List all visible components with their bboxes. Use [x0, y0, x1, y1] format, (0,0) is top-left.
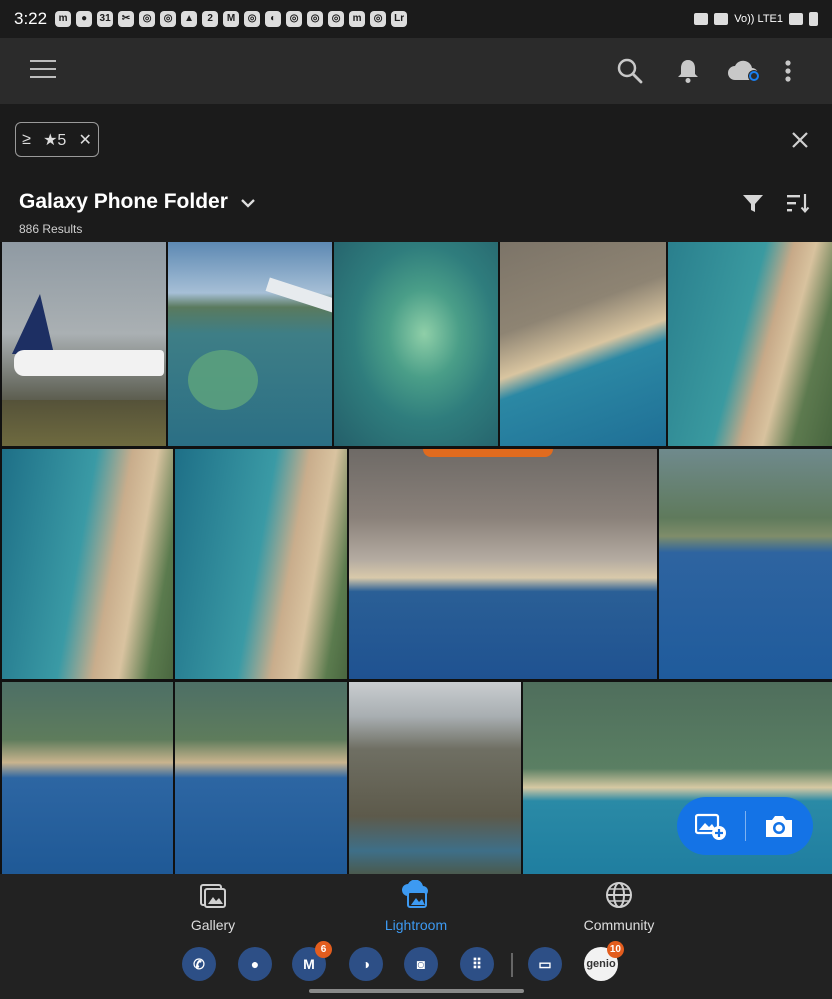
- more-vert-icon[interactable]: [778, 56, 798, 86]
- photo-tile[interactable]: [175, 449, 347, 679]
- instagram-icon: ◎: [328, 11, 345, 27]
- aircraft-body: [14, 350, 164, 376]
- calendar-icon: 31: [97, 11, 114, 27]
- lightroom-icon: Lr: [391, 11, 408, 27]
- wifi-icon: [714, 13, 729, 25]
- photo-grid: [0, 242, 832, 874]
- mute-icon: [694, 13, 709, 25]
- photo-tile[interactable]: [334, 242, 498, 446]
- instagram-icon: ◎: [244, 11, 261, 27]
- messenger-icon: m: [349, 11, 366, 27]
- notification-icons: m ● 31 ✂ ◎ ◎ ▲ 2 M ◎ ◐ ◎ ◎ ◎ m ◎ Lr: [55, 11, 408, 27]
- system-status: Vo)) LTE1: [694, 12, 818, 26]
- messenger-icon: m: [55, 11, 72, 27]
- browser-icon[interactable]: ◑: [349, 947, 383, 981]
- messages-icon[interactable]: ●: [238, 947, 272, 981]
- bell-icon[interactable]: [673, 56, 703, 86]
- genio-icon[interactable]: genio 10: [584, 941, 624, 981]
- menu-icon[interactable]: [30, 60, 56, 80]
- photo-tile[interactable]: [349, 449, 657, 679]
- genio-badge: 10: [606, 941, 624, 958]
- globe-icon: [606, 882, 632, 908]
- photo-tile[interactable]: [2, 449, 173, 679]
- apps-grid-icon[interactable]: ⠿: [460, 947, 494, 981]
- camera-app-icon[interactable]: ◙: [404, 947, 438, 981]
- status-bar: 3:22 m ● 31 ✂ ◎ ◎ ▲ 2 M ◎ ◐ ◎ ◎ ◎ m ◎ Lr…: [0, 0, 832, 38]
- filter-icon[interactable]: [742, 192, 764, 214]
- close-filter-icon[interactable]: [790, 130, 810, 150]
- photo-tile[interactable]: [168, 242, 332, 446]
- photo-tile[interactable]: [668, 242, 832, 446]
- plane-wing: [265, 277, 332, 313]
- gmail-icon: M: [223, 11, 240, 27]
- star-icon: ★: [43, 131, 58, 149]
- photo-tile[interactable]: [500, 242, 666, 446]
- search-icon[interactable]: [615, 56, 645, 86]
- app-dock: ✆ ● M 6 ◑ ◙ ⠿ ▭ genio 10: [0, 940, 832, 999]
- lightroom-cloud-icon: [402, 879, 428, 908]
- network-label: Vo)) LTE1: [734, 13, 783, 25]
- calendar-icon: 2: [202, 11, 219, 27]
- photo-tile[interactable]: [659, 449, 832, 679]
- add-photo-fab: [677, 797, 813, 855]
- results-count: 886 Results: [19, 222, 83, 236]
- nav-gallery-label: Gallery: [190, 917, 236, 933]
- dock-divider: [511, 953, 513, 977]
- add-photo-button[interactable]: [677, 797, 745, 855]
- genio-label: genio: [586, 958, 616, 970]
- battery-icon: [809, 12, 818, 26]
- instagram-icon: ◎: [307, 11, 324, 27]
- filter-bar: ≥ ★5 ✕: [0, 104, 832, 174]
- nav-community[interactable]: Community: [576, 880, 662, 933]
- folder-title[interactable]: Galaxy Phone Folder: [19, 190, 228, 214]
- cloud-sync-icon[interactable]: [726, 56, 762, 86]
- chip-value: 5: [57, 131, 67, 149]
- nav-lightroom-label: Lightroom: [384, 917, 448, 933]
- instagram-icon: ◎: [370, 11, 387, 27]
- instagram-icon: ◎: [160, 11, 177, 27]
- gmail-badge: 6: [315, 941, 332, 958]
- folder-header: Galaxy Phone Folder 886 Results: [0, 174, 832, 242]
- chip-remove-icon[interactable]: ✕: [79, 130, 92, 150]
- photo-tile[interactable]: [2, 682, 173, 874]
- camera-button[interactable]: [746, 797, 814, 855]
- chip-operator: ≥: [22, 130, 31, 148]
- chip-rating: ★5: [43, 130, 66, 150]
- shoal: [188, 350, 258, 410]
- status-time: 3:22: [14, 9, 48, 28]
- nav-community-label: Community: [583, 917, 655, 933]
- gmail-icon[interactable]: M 6: [292, 941, 332, 981]
- chevron-down-icon[interactable]: [240, 196, 256, 210]
- app-bar: [0, 38, 832, 104]
- photo-tile[interactable]: [2, 242, 166, 446]
- home-indicator[interactable]: [309, 989, 524, 993]
- instagram-icon: ◎: [139, 11, 156, 27]
- recent-app-icon[interactable]: ▭: [528, 947, 562, 981]
- rating-filter-chip[interactable]: ≥ ★5 ✕: [15, 122, 99, 157]
- gallery-icon: [200, 884, 226, 908]
- photo-tile[interactable]: [349, 682, 521, 874]
- nav-gallery[interactable]: Gallery: [180, 880, 246, 933]
- aircraft-tail: [12, 294, 54, 354]
- add-photo-icon: [694, 813, 726, 840]
- airport-ground: [2, 400, 166, 446]
- nav-lightroom[interactable]: Lightroom: [380, 879, 452, 933]
- phone-icon[interactable]: ✆: [182, 947, 216, 981]
- profile-icon: ●: [76, 11, 93, 27]
- sort-icon[interactable]: [786, 192, 810, 214]
- capcut-icon: ✂: [118, 11, 135, 27]
- ring-icon: ◐: [265, 11, 282, 27]
- bottom-navigation: Gallery Lightroom Community: [0, 874, 832, 940]
- signal-icon: [789, 13, 803, 25]
- bell-icon: ▲: [181, 11, 198, 27]
- camera-icon: [766, 816, 793, 837]
- photo-tile[interactable]: [175, 682, 347, 874]
- plane-wing-tip: [423, 449, 553, 457]
- instagram-icon: ◎: [286, 11, 303, 27]
